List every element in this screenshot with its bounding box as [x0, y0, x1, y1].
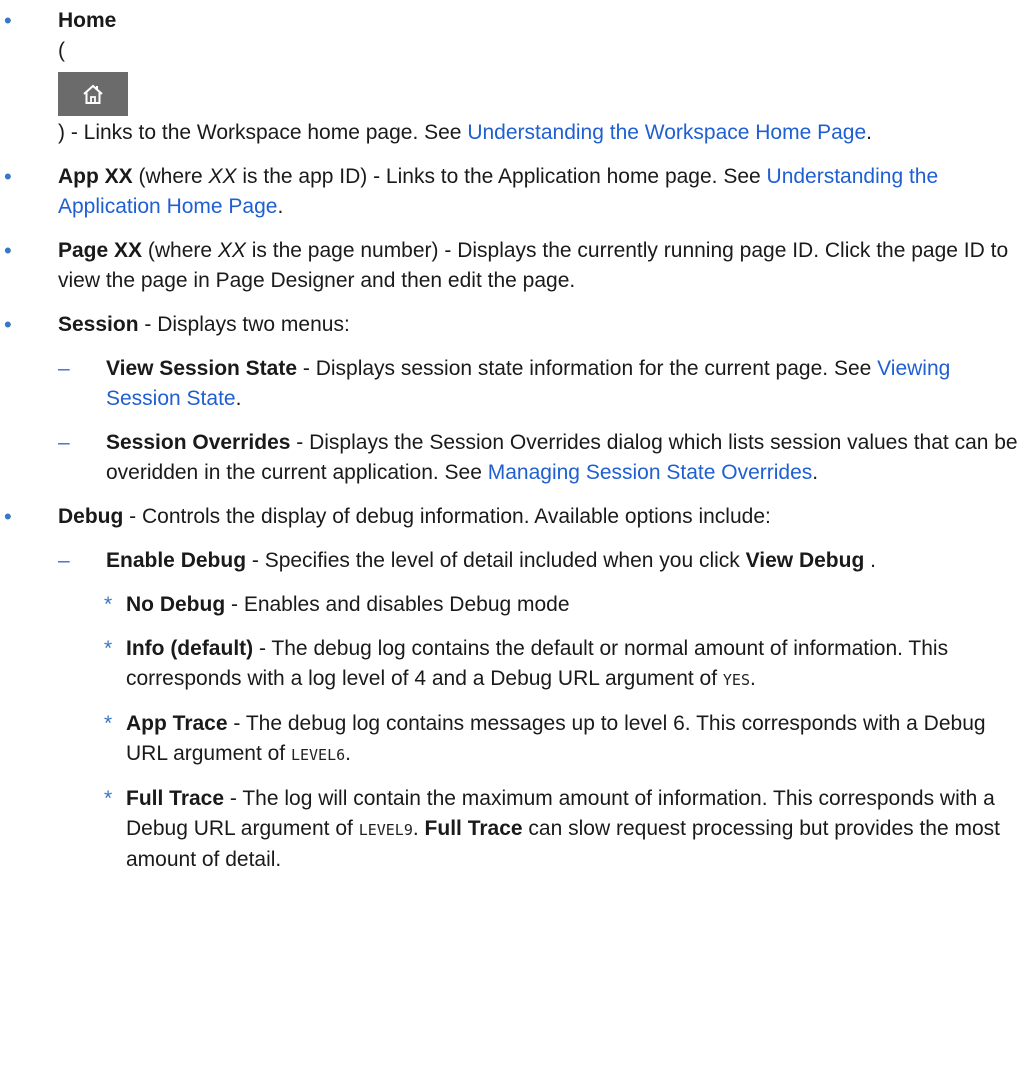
list-item-home: • Home ( ) - Links to the Workspace home… [4, 6, 1030, 148]
punctuation: . [412, 817, 425, 840]
full-trace-title: Full Trace [126, 787, 225, 810]
code-level9: LEVEL9 [358, 821, 413, 839]
app-description: is the app ID) - Links to the Applicatio… [236, 165, 767, 188]
bullet-marker: • [4, 8, 12, 33]
app-trace-description: - The debug log contains messages up to … [126, 712, 986, 765]
app-trace-title: App Trace [126, 712, 228, 735]
list-item-session: • Session - Displays two menus: [4, 310, 1030, 340]
list-item-page: • Page XX (where XX is the page number) … [4, 236, 1030, 296]
debug-description: - Controls the display of debug informat… [123, 505, 771, 528]
no-debug-description: - Enables and disables Debug mode [225, 593, 570, 616]
bullet-marker: • [4, 312, 12, 337]
view-session-state-description: - Displays session state information for… [297, 357, 878, 380]
session-title: Session [58, 313, 139, 336]
link-workspace-home[interactable]: Understanding the Workspace Home Page [467, 121, 866, 144]
asterisk-marker: * [104, 593, 113, 616]
link-managing-session-overrides[interactable]: Managing Session State Overrides [488, 461, 813, 484]
session-overrides-title: Session Overrides [106, 431, 291, 454]
punctuation: . [750, 667, 756, 690]
bullet-marker: • [4, 504, 12, 529]
full-trace-ref: Full Trace [424, 817, 523, 840]
list-item-view-session-state: – View Session State - Displays session … [4, 354, 1030, 414]
list-item-app-trace: * App Trace - The debug log contains mes… [4, 709, 1030, 770]
home-icon [58, 72, 128, 116]
dash-marker: – [58, 431, 70, 454]
home-title: Home [58, 9, 117, 32]
session-description: - Displays two menus: [138, 313, 350, 336]
punctuation: . [277, 195, 284, 218]
view-debug-ref: View Debug [745, 549, 865, 572]
page-var: XX [217, 239, 246, 262]
list-item-session-overrides: – Session Overrides - Displays the Sessi… [4, 428, 1030, 488]
list-item-app: • App XX (where XX is the app ID) - Link… [4, 162, 1030, 222]
punctuation: . [866, 121, 873, 144]
list-item-debug: • Debug - Controls the display of debug … [4, 502, 1030, 532]
document-body: • Home ( ) - Links to the Workspace home… [0, 0, 1034, 875]
enable-debug-description: - Specifies the level of detail included… [246, 549, 746, 572]
dash-marker: – [58, 549, 70, 572]
enable-debug-title: Enable Debug [106, 549, 247, 572]
list-item-no-debug: * No Debug - Enables and disables Debug … [4, 590, 1030, 620]
home-description: ) - Links to the Workspace home page. Se… [58, 121, 468, 144]
code-level6: LEVEL6 [290, 746, 346, 764]
list-item-full-trace: * Full Trace - The log will contain the … [4, 784, 1030, 875]
asterisk-marker: * [104, 787, 113, 810]
list-item-enable-debug: – Enable Debug - Specifies the level of … [4, 546, 1030, 576]
page-title: Page XX [58, 239, 143, 262]
dash-marker: – [58, 357, 70, 380]
app-var: XX [208, 165, 237, 188]
punctuation: . [812, 461, 819, 484]
asterisk-marker: * [104, 637, 113, 660]
asterisk-marker: * [104, 712, 113, 735]
bullet-marker: • [4, 238, 12, 263]
info-default-title: Info (default) [126, 637, 254, 660]
code-yes: YES [722, 671, 750, 689]
home-open-paren: ( [58, 39, 65, 62]
app-title: App XX [58, 165, 133, 188]
bullet-marker: • [4, 164, 12, 189]
debug-title: Debug [58, 505, 124, 528]
punctuation: . [345, 742, 351, 765]
no-debug-title: No Debug [126, 593, 226, 616]
list-item-info-default: * Info (default) - The debug log contain… [4, 634, 1030, 695]
punctuation: . [235, 387, 242, 410]
page-text: (where [142, 239, 218, 262]
view-session-state-title: View Session State [106, 357, 298, 380]
punctuation: . [864, 549, 876, 572]
app-text: (where [132, 165, 209, 188]
